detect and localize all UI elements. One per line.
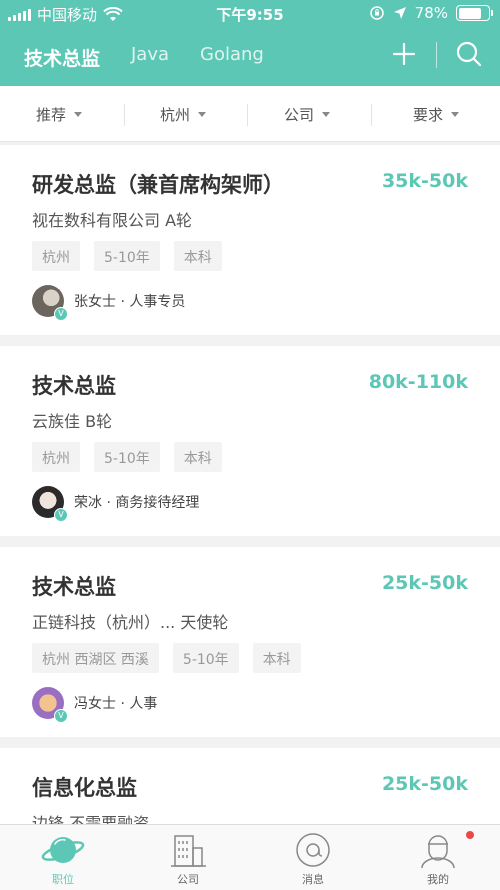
- caret-down-icon: [451, 112, 460, 117]
- filter-requirements[interactable]: 要求: [413, 104, 460, 125]
- job-tag: 杭州: [32, 241, 80, 271]
- job-card[interactable]: 研发总监（兼首席构架师） 35k-50k 视在数科有限公司 A轮 杭州 5-10…: [0, 145, 500, 335]
- tab-jobs[interactable]: 职位: [23, 831, 103, 887]
- recruiter-info: 张女士 · 人事专员: [74, 294, 186, 310]
- tab-tech-director[interactable]: 技术总监: [24, 44, 100, 71]
- tab-label: 职位: [52, 873, 74, 886]
- job-tag: 本科: [173, 442, 222, 472]
- avatar: V: [32, 285, 68, 321]
- job-company: 云族佳 B轮: [32, 412, 113, 431]
- app-header: 中国移动 下午9:55 78% 技术总监 Java Golang: [0, 0, 500, 86]
- status-bar: 中国移动 下午9:55 78%: [0, 0, 500, 28]
- profile-icon: [421, 835, 455, 869]
- job-tag: 本科: [252, 643, 301, 673]
- job-tags: 杭州 西湖区 西溪 5-10年 本科: [32, 643, 301, 673]
- job-tag: 杭州 西湖区 西溪: [32, 643, 159, 673]
- filter-label: 要求: [413, 106, 444, 124]
- recruiter: V 张女士 · 人事专员: [32, 285, 186, 321]
- job-salary: 25k-50k: [381, 773, 468, 795]
- battery-percent: 78%: [414, 4, 448, 22]
- filter-bar: 推荐 杭州 公司 要求: [0, 86, 500, 142]
- job-card[interactable]: 技术总监 25k-50k 正链科技（杭州）... 天使轮 杭州 西湖区 西溪 5…: [0, 547, 500, 737]
- verified-icon: V: [54, 709, 68, 723]
- filter-divider: [247, 104, 248, 126]
- verified-icon: V: [54, 508, 68, 522]
- job-salary: 25k-50k: [381, 572, 468, 594]
- job-company: 视在数科有限公司 A轮: [32, 211, 193, 230]
- job-title: 信息化总监: [32, 776, 137, 800]
- job-title: 技术总监: [32, 374, 116, 398]
- location-icon: [393, 7, 406, 19]
- caret-down-icon: [322, 112, 331, 117]
- caret-down-icon: [198, 112, 207, 117]
- job-tag: 本科: [173, 241, 222, 271]
- planet-icon: [41, 837, 85, 863]
- filter-city[interactable]: 杭州: [160, 104, 207, 125]
- tab-label: 公司: [177, 873, 199, 886]
- job-tags: 杭州 5-10年 本科: [32, 442, 222, 472]
- battery-icon: [456, 5, 493, 21]
- recruiter: V 荣冰 · 商务接待经理: [32, 486, 200, 522]
- tab-label: 我的: [427, 873, 449, 886]
- tab-companies[interactable]: 公司: [148, 831, 228, 887]
- notification-dot: [466, 831, 474, 839]
- job-title: 技术总监: [32, 575, 116, 599]
- job-tag: 5-10年: [94, 442, 160, 472]
- job-tags: 杭州 5-10年 本科: [32, 241, 222, 271]
- tab-label: 消息: [302, 873, 324, 886]
- recruiter: V 冯女士 · 人事: [32, 687, 158, 723]
- avatar: V: [32, 687, 68, 723]
- tab-java[interactable]: Java: [131, 44, 169, 65]
- job-salary: 35k-50k: [381, 170, 468, 192]
- avatar: V: [32, 486, 68, 522]
- job-title: 研发总监（兼首席构架师）: [32, 173, 284, 197]
- job-card[interactable]: 技术总监 80k-110k 云族佳 B轮 杭州 5-10年 本科 V 荣冰 · …: [0, 346, 500, 536]
- building-icon: [171, 835, 206, 867]
- job-tag: 5-10年: [172, 643, 239, 673]
- tab-golang[interactable]: Golang: [200, 44, 264, 65]
- job-card[interactable]: 信息化总监 25k-50k 边锋 不需要融资: [0, 748, 500, 824]
- caret-down-icon: [74, 112, 83, 117]
- plus-icon[interactable]: [390, 40, 418, 68]
- filter-divider: [124, 104, 125, 126]
- filter-label: 公司: [284, 106, 315, 124]
- status-right: 78%: [369, 4, 493, 22]
- bottom-tab-bar: 职位 公司 消息 我的: [0, 824, 500, 890]
- recruiter-info: 荣冰 · 商务接待经理: [74, 495, 200, 511]
- tab-messages[interactable]: 消息: [273, 831, 353, 887]
- job-tag: 杭州: [32, 442, 80, 472]
- verified-icon: V: [54, 307, 68, 321]
- search-icon[interactable]: [455, 40, 483, 68]
- tab-profile[interactable]: 我的: [398, 831, 478, 887]
- rotation-lock-icon: [369, 6, 384, 20]
- top-nav: 技术总监 Java Golang: [0, 38, 500, 78]
- job-tag: 5-10年: [94, 241, 160, 271]
- filter-divider: [371, 104, 372, 126]
- battery-fill: [458, 7, 482, 19]
- filter-label: 推荐: [36, 106, 67, 124]
- nav-divider: [436, 42, 437, 68]
- chat-icon: [296, 833, 330, 867]
- filter-label: 杭州: [160, 106, 191, 124]
- job-salary: 80k-110k: [368, 371, 468, 393]
- job-company: 边锋 不需要融资: [32, 814, 150, 824]
- recruiter-info: 冯女士 · 人事: [74, 696, 158, 712]
- job-company: 正链科技（杭州）... 天使轮: [32, 613, 229, 632]
- filter-company[interactable]: 公司: [284, 104, 331, 125]
- filter-recommend[interactable]: 推荐: [36, 104, 83, 125]
